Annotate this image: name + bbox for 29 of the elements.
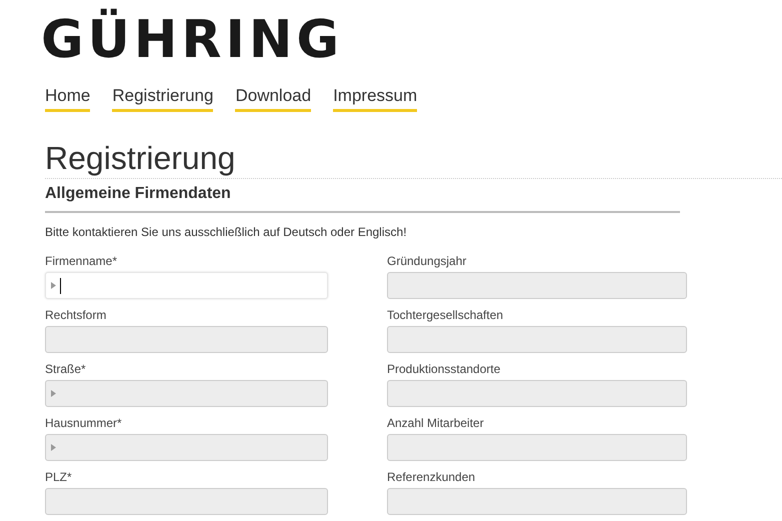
field-label: Referenzkunden [387,470,476,484]
input-field[interactable] [45,326,328,353]
field-label: Rechtsform [45,308,108,322]
input-field[interactable] [45,380,328,407]
language-note: Bitte kontaktieren Sie uns ausschließlich auf Deutsch oder Englisch! [45,225,408,239]
input-field[interactable] [387,488,687,515]
text-cursor [60,278,61,294]
input-field[interactable] [387,272,687,299]
input-field[interactable] [45,434,328,461]
nav-link[interactable]: Home [45,86,90,112]
nav-link[interactable]: Download [235,86,312,112]
field-label: Produktionsstandorte [387,362,502,376]
input-field[interactable] [45,272,328,299]
field-label: Hausnummer* [45,416,123,430]
field-label: Firmenname* [45,254,118,268]
input-field[interactable] [387,380,687,407]
input-field[interactable] [387,326,687,353]
input-field[interactable] [45,488,328,515]
nav-link[interactable]: Impressum [333,86,418,112]
input-field[interactable] [387,434,687,461]
page-title: Registrierung [45,140,782,179]
nav-link[interactable]: Registrierung [112,86,214,112]
field-label: Gründungsjahr [387,254,468,268]
field-label: PLZ* [45,470,73,484]
company-logo: GÜHRING [41,10,344,70]
field-label: Straße* [45,362,87,376]
section-title: Allgemeine Firmendaten [45,185,680,213]
field-label: Anzahl Mitarbeiter [387,416,485,430]
field-label: Tochtergesellschaften [387,308,504,322]
